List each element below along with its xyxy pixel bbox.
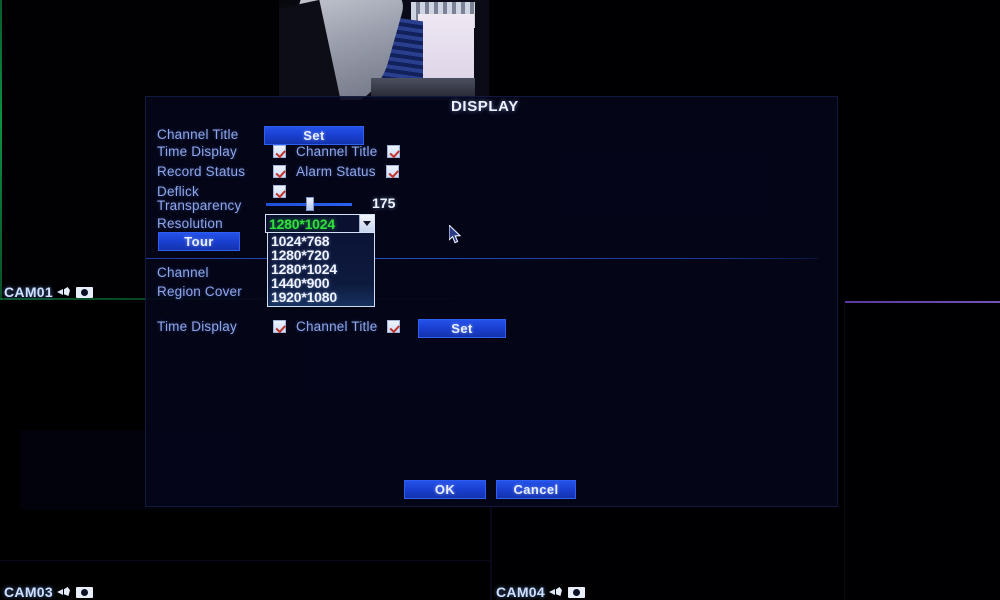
chevron-down-icon[interactable] — [359, 215, 374, 232]
grid-divider-horizontal — [0, 560, 490, 561]
resolution-option[interactable]: 1440*900 — [268, 276, 374, 290]
label-resolution: Resolution — [157, 216, 223, 231]
row-resolution: Resolution — [157, 215, 273, 232]
tour-button[interactable]: Tour — [158, 232, 240, 251]
dialog-section-divider — [146, 258, 818, 259]
label-channel-title: Channel Title — [157, 127, 239, 142]
label-channel: Channel — [157, 265, 209, 280]
resolution-option[interactable]: 1280*1024 — [268, 262, 374, 276]
camera-feed-preview — [279, 0, 489, 100]
label-alarm-status: Alarm Status — [296, 164, 376, 179]
checkbox-channel-title-2[interactable] — [387, 320, 401, 333]
checkbox-record-status[interactable] — [273, 165, 286, 178]
camera-icon — [567, 586, 585, 598]
transparency-slider[interactable] — [266, 197, 352, 211]
checkbox-alarm-status[interactable] — [385, 165, 399, 178]
display-settings-dialog: DISPLAY Channel Title Set Time Display C… — [145, 96, 838, 507]
row-time-display-2: Time Display Channel Title — [157, 318, 401, 335]
resolution-option[interactable]: 1024*768 — [268, 234, 374, 248]
resolution-select[interactable]: 1280*1024 — [265, 214, 375, 233]
resolution-dropdown-list[interactable]: 1024*768 1280*720 1280*1024 1440*900 192… — [267, 233, 375, 307]
resolution-option[interactable]: 1280*720 — [268, 248, 374, 262]
row-channel-title: Channel Title — [157, 126, 273, 143]
grid-divider-vertical — [844, 302, 845, 600]
camera-icon — [75, 586, 93, 598]
row-channel: Channel — [157, 264, 273, 281]
grid-edge-purple-right — [845, 301, 1000, 303]
label-record-status: Record Status — [157, 164, 246, 179]
label-time-display-2: Time Display — [157, 319, 237, 334]
checkbox-channel-title[interactable] — [387, 145, 401, 158]
checkbox-time-display[interactable] — [273, 145, 286, 158]
label-channel-title-right: Channel Title — [296, 144, 378, 159]
label-region-cover: Region Cover — [157, 284, 242, 299]
row-time-display: Time Display Channel Title — [157, 143, 401, 160]
camera-label-text: CAM01 — [4, 284, 53, 300]
transparency-slider-handle[interactable] — [306, 197, 314, 211]
camera-label-cam04: CAM04 — [496, 584, 585, 600]
region-cover-set-button[interactable]: Set — [418, 319, 506, 338]
speaker-mute-icon — [56, 586, 72, 598]
label-transparency: Transparency — [157, 198, 242, 213]
label-channel-title-right-2: Channel Title — [296, 319, 378, 334]
dvr-screen: DISPLAY Channel Title Set Time Display C… — [0, 0, 1000, 600]
speaker-mute-icon — [56, 286, 72, 298]
label-time-display: Time Display — [157, 144, 237, 159]
grid-edge-green-left — [0, 0, 2, 300]
cancel-button[interactable]: Cancel — [496, 480, 576, 499]
camera-label-text: CAM04 — [496, 584, 545, 600]
row-record-status: Record Status Alarm Status — [157, 163, 399, 180]
row-transparency: Transparency — [157, 197, 273, 214]
checkbox-time-display-2[interactable] — [273, 320, 286, 333]
camera-icon — [75, 286, 93, 298]
ok-button[interactable]: OK — [404, 480, 486, 499]
transparency-value: 175 — [372, 195, 396, 211]
camera-label-cam01: CAM01 — [4, 284, 93, 300]
row-region-cover: Region Cover — [157, 283, 273, 300]
resolution-option[interactable]: 1920*1080 — [268, 290, 374, 304]
page-title: DISPLAY — [451, 98, 519, 115]
speaker-mute-icon — [548, 586, 564, 598]
resolution-selected-value: 1280*1024 — [269, 215, 335, 232]
camera-label-cam03: CAM03 — [4, 584, 93, 600]
camera-label-text: CAM03 — [4, 584, 53, 600]
